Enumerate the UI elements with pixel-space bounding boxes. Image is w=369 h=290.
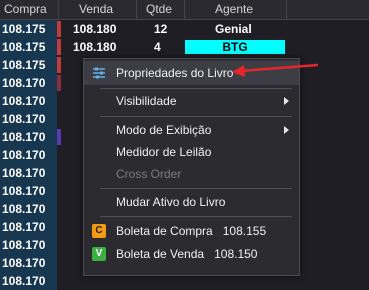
row-marker [57, 129, 61, 145]
menu-item-change-asset[interactable]: Mudar Ativo do Livro [84, 190, 299, 214]
compra-cell: 108.170 [2, 166, 46, 180]
agent-badge: BTG [185, 40, 285, 54]
sell-ticket-label: Boleta de Venda [116, 247, 205, 261]
row-marker [57, 39, 61, 55]
header-venda[interactable]: Venda [79, 0, 113, 19]
compra-cell: 108.170 [2, 112, 46, 126]
menu-item-label: Visibilidade [116, 94, 177, 108]
sell-ticket-icon: V [92, 247, 106, 261]
qtde-cell: 12 [154, 22, 168, 36]
venda-cell: 108.180 [73, 22, 117, 36]
menu-item-label: Modo de Exibição [116, 123, 212, 137]
menu-item-cross-order: Cross Order [84, 162, 299, 186]
compra-cell: 108.170 [2, 184, 46, 198]
menu-item-label: Boleta de Venda 108.150 [116, 242, 257, 266]
row-marker [57, 57, 61, 73]
compra-cell: 108.170 [2, 76, 46, 90]
compra-cell: 108.170 [2, 130, 46, 144]
buy-ticket-price: 108.155 [222, 224, 267, 238]
compra-cell: 108.170 [2, 148, 46, 162]
table-row[interactable]: 108.175 108.180 12 Genial [0, 20, 369, 38]
menu-item-properties[interactable]: Propriedades do Livro [84, 61, 299, 85]
menu-item-label: Medidor de Leilão [116, 145, 212, 159]
menu-item-visibility[interactable]: Visibilidade [84, 89, 299, 113]
menu-divider [100, 216, 292, 217]
chevron-right-icon [284, 126, 289, 134]
menu-item-label: Cross Order [116, 167, 182, 181]
order-book-header: Compra Venda Qtde Agente [0, 0, 369, 20]
agente-cell: Genial [215, 22, 252, 36]
header-qtde[interactable]: Qtde [146, 0, 172, 19]
compra-cell: 108.170 [2, 220, 46, 234]
compra-cell: 108.175 [2, 22, 46, 36]
qtde-cell: 4 [154, 40, 161, 54]
menu-item-label: Boleta de Compra 108.155 [116, 219, 266, 243]
row-marker [57, 21, 61, 37]
header-compra[interactable]: Compra [4, 0, 47, 19]
menu-item-label: Mudar Ativo do Livro [116, 195, 226, 209]
chevron-right-icon [284, 97, 289, 105]
menu-divider [100, 188, 292, 189]
buy-ticket-label: Boleta de Compra [116, 224, 213, 238]
row-marker [57, 75, 61, 91]
menu-item-sell-ticket[interactable]: V Boleta de Venda 108.150 [84, 242, 299, 266]
buy-ticket-icon: C [92, 224, 106, 238]
menu-item-display-mode[interactable]: Modo de Exibição [84, 118, 299, 142]
compra-cell: 108.170 [2, 274, 46, 288]
table-row[interactable]: 108.175 108.180 4 BTG [0, 38, 369, 56]
context-menu: Propriedades do Livro Visibilidade Modo … [83, 58, 300, 276]
sell-ticket-price: 108.150 [214, 247, 258, 261]
compra-cell: 108.170 [2, 94, 46, 108]
compra-cell: 108.175 [2, 58, 46, 72]
menu-divider [100, 116, 292, 117]
compra-cell: 108.170 [2, 256, 46, 270]
compra-cell: 108.170 [2, 202, 46, 216]
menu-item-auction-meter[interactable]: Medidor de Leilão [84, 140, 299, 164]
compra-cell: 108.170 [2, 238, 46, 252]
menu-item-buy-ticket[interactable]: C Boleta de Compra 108.155 [84, 219, 299, 243]
compra-cell: 108.175 [2, 40, 46, 54]
menu-item-label: Propriedades do Livro [116, 66, 234, 80]
header-agente[interactable]: Agente [215, 0, 253, 19]
venda-cell: 108.180 [73, 40, 117, 54]
sliders-icon [93, 67, 105, 79]
